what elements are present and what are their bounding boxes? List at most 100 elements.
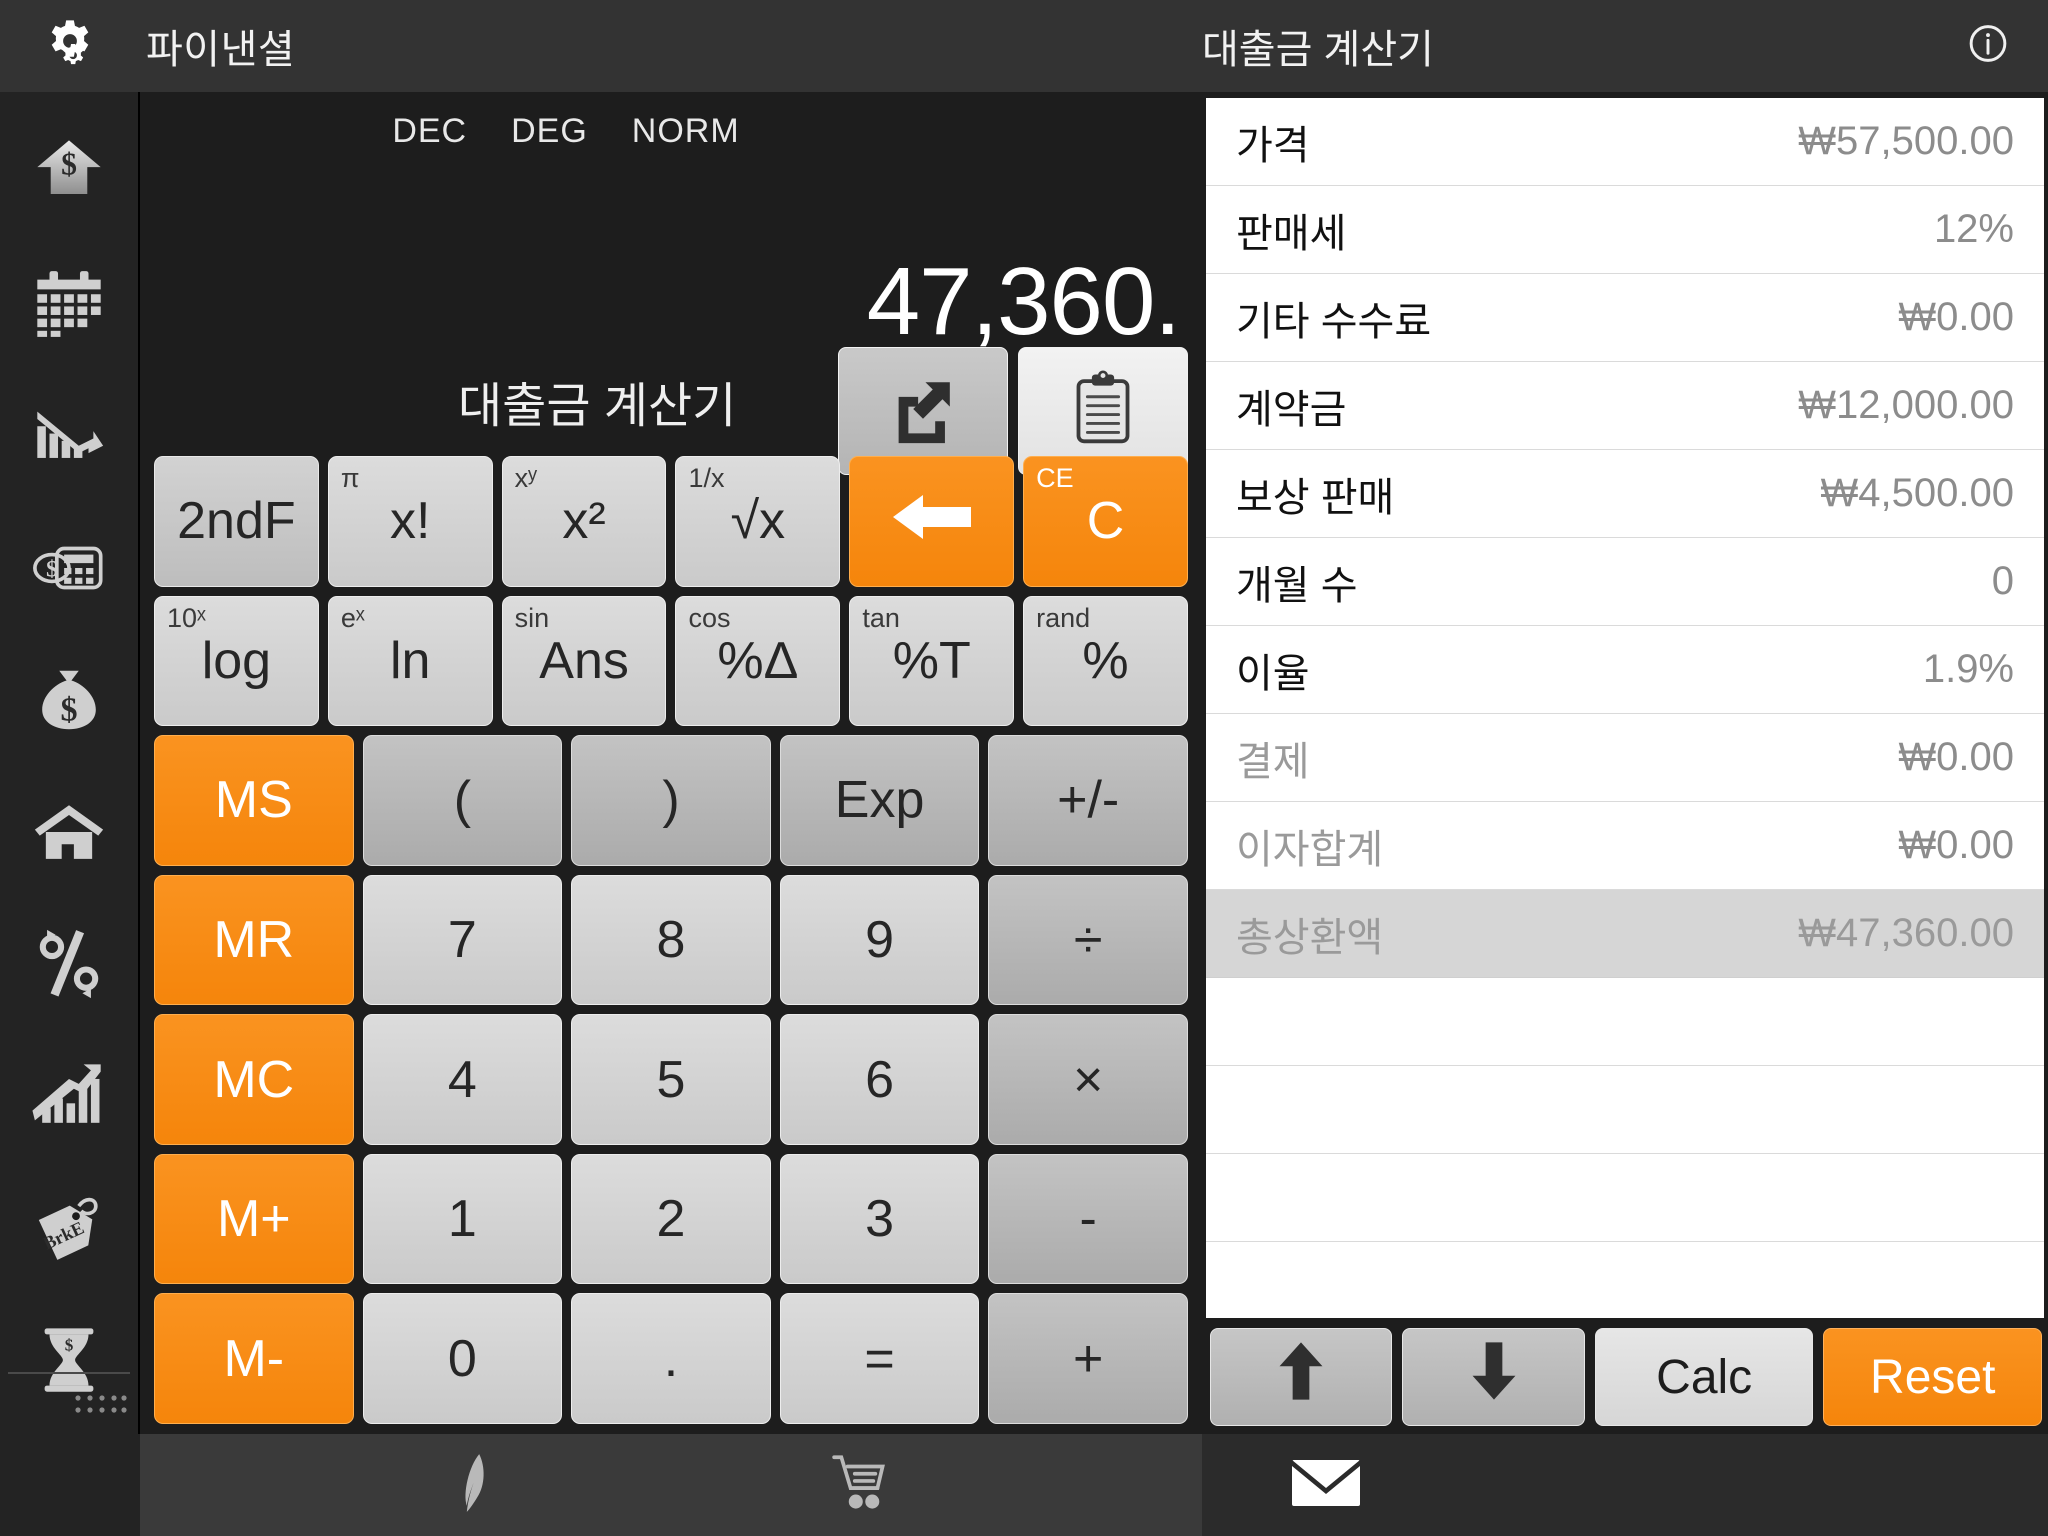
key-backspace[interactable] bbox=[849, 456, 1015, 587]
key-1[interactable]: 1 bbox=[362, 1153, 563, 1285]
key-M+[interactable]: M+ bbox=[154, 1153, 354, 1285]
key-x[interactable]: π x! bbox=[327, 456, 493, 587]
envelope-icon bbox=[1290, 1459, 1362, 1514]
key-label: MC bbox=[213, 1050, 295, 1109]
key-+-[interactable]: +/- bbox=[988, 735, 1188, 866]
panel-button-label: Calc bbox=[1656, 1350, 1753, 1404]
key-sym[interactable]: = bbox=[779, 1293, 980, 1425]
calculator-display: 47,360. 대출금 계산기 bbox=[140, 151, 1202, 475]
key-ln[interactable]: eˣ ln bbox=[327, 595, 493, 727]
key-4[interactable]: 4 bbox=[362, 1014, 563, 1145]
key-sym[interactable]: ( bbox=[362, 735, 563, 866]
key-M-[interactable]: M- bbox=[154, 1293, 354, 1425]
info-icon bbox=[1966, 25, 2010, 70]
loan-field-value: ₩4,500.00 bbox=[1820, 471, 2014, 515]
key-%T[interactable]: tan %T bbox=[849, 595, 1015, 727]
key-MS[interactable]: MS bbox=[154, 735, 354, 866]
key-sym[interactable]: . bbox=[571, 1293, 771, 1425]
scroll-down-button[interactable] bbox=[1402, 1328, 1585, 1426]
key-label: 5 bbox=[656, 1050, 686, 1109]
key-label: x! bbox=[390, 492, 431, 551]
key-2[interactable]: 2 bbox=[571, 1153, 771, 1285]
sidebar-item-percent-arrows[interactable] bbox=[0, 898, 139, 1030]
feather-pen-button[interactable] bbox=[446, 1452, 500, 1519]
gear-icon bbox=[41, 15, 99, 78]
info-button[interactable] bbox=[1966, 22, 2010, 71]
key-3[interactable]: 3 bbox=[779, 1153, 980, 1285]
key-C[interactable]: CE C bbox=[1023, 456, 1188, 587]
keypad-row: M+ 1 2 3 - bbox=[154, 1153, 1188, 1285]
loan-field-row[interactable]: 개월 수 0 bbox=[1206, 538, 2044, 626]
key-sym[interactable]: ÷ bbox=[988, 874, 1188, 1006]
loan-field-label: 가격 bbox=[1236, 123, 1310, 168]
settings-button[interactable] bbox=[0, 15, 140, 78]
sidebar-item-chart-decline[interactable] bbox=[0, 370, 139, 502]
sidebar-item-house[interactable] bbox=[0, 766, 139, 898]
key-label: ln bbox=[390, 631, 431, 690]
loan-field-row[interactable]: 이율 1.9% bbox=[1206, 626, 2044, 714]
mode-base: DEC bbox=[392, 112, 468, 150]
loan-field-label: 보상 판매 bbox=[1236, 475, 1395, 520]
sidebar-item-money-bag[interactable]: $ bbox=[0, 634, 139, 766]
shopping-cart-button[interactable] bbox=[830, 1453, 896, 1518]
loan-field-row[interactable]: 이자합계 ₩0.00 bbox=[1206, 802, 2044, 890]
key-+[interactable]: + bbox=[988, 1293, 1188, 1425]
key-Exp[interactable]: Exp bbox=[779, 735, 980, 866]
sidebar-item-calendar[interactable] bbox=[0, 238, 139, 370]
key-log[interactable]: 10ˣ log bbox=[154, 595, 319, 727]
key-0[interactable]: 0 bbox=[362, 1293, 563, 1425]
key-sym[interactable]: × bbox=[988, 1014, 1188, 1145]
loan-field-row-empty bbox=[1206, 1154, 2044, 1242]
key-%[interactable]: rand% bbox=[1023, 595, 1188, 727]
sidebar-item-calculator-dollar[interactable]: $ bbox=[0, 502, 139, 634]
key-secondary-label: rand bbox=[1036, 602, 1091, 633]
loan-field-label: 결제 bbox=[1236, 739, 1310, 784]
chart-growth-icon bbox=[30, 1057, 108, 1135]
key-7[interactable]: 7 bbox=[362, 874, 563, 1006]
key-8[interactable]: 8 bbox=[571, 874, 771, 1006]
loan-field-row[interactable]: 가격 ₩57,500.00 bbox=[1206, 98, 2044, 186]
loan-field-row[interactable]: 기타 수수료 ₩0.00 bbox=[1206, 274, 2044, 362]
key-6[interactable]: 6 bbox=[779, 1014, 980, 1145]
scroll-up-button[interactable] bbox=[1210, 1328, 1393, 1426]
loan-field-row[interactable]: 계약금 ₩12,000.00 bbox=[1206, 362, 2044, 450]
loan-field-value: ₩0.00 bbox=[1898, 823, 2014, 867]
percent-arrows-icon bbox=[30, 925, 108, 1003]
key-label: +/- bbox=[1057, 771, 1120, 830]
sidebar-item-price-tag[interactable]: BrkE bbox=[0, 1162, 139, 1294]
loan-field-row[interactable]: 결제 ₩0.00 bbox=[1206, 714, 2044, 802]
key-secondary-label: eˣ bbox=[340, 602, 365, 633]
loan-field-row[interactable]: 총상환액 ₩47,360.00 bbox=[1206, 890, 2044, 978]
app-window: 파이낸셜 대출금 계산기 $ $ $ BrkE $ DEC DEG NORM 4… bbox=[0, 0, 2048, 1536]
drag-grip-icon[interactable] bbox=[72, 1390, 128, 1424]
key-label: C bbox=[1086, 492, 1125, 551]
key-label: √x bbox=[730, 492, 786, 551]
mail-button[interactable] bbox=[1290, 1456, 1362, 1515]
sidebar-item-dollar-arrow-up[interactable]: $ bbox=[0, 106, 139, 238]
key-MC[interactable]: MC bbox=[154, 1014, 354, 1145]
key-Ans[interactable]: sin Ans bbox=[501, 595, 667, 727]
key-secondary-label: π bbox=[340, 463, 360, 493]
key-label: %T bbox=[892, 631, 971, 690]
key-5[interactable]: 5 bbox=[571, 1014, 771, 1145]
chart-decline-icon bbox=[30, 397, 108, 475]
keypad-row: MS () Exp +/- bbox=[154, 735, 1188, 866]
loan-field-label: 기타 수수료 bbox=[1236, 299, 1432, 344]
loan-field-row[interactable]: 보상 판매 ₩4,500.00 bbox=[1206, 450, 2044, 538]
loan-field-row-empty bbox=[1206, 978, 2044, 1066]
key-9[interactable]: 9 bbox=[779, 874, 980, 1006]
key--[interactable]: - bbox=[988, 1153, 1188, 1285]
loan-field-row[interactable]: 판매세 12% bbox=[1206, 186, 2044, 274]
key-MR[interactable]: MR bbox=[154, 874, 354, 1006]
key-x[interactable]: xʸ x² bbox=[501, 456, 667, 587]
key-%[interactable]: cos %Δ bbox=[675, 595, 841, 727]
arrow-up-icon bbox=[1273, 1340, 1329, 1414]
loan-field-label: 개월 수 bbox=[1236, 563, 1358, 608]
reset-button[interactable]: Reset bbox=[1823, 1328, 2042, 1426]
key-sym[interactable]: ) bbox=[571, 735, 771, 866]
key-2ndF[interactable]: 2ndF bbox=[154, 456, 319, 587]
key-x[interactable]: 1/x √x bbox=[675, 456, 841, 587]
key-secondary-label: sin bbox=[514, 602, 550, 633]
calc-button[interactable]: Calc bbox=[1594, 1328, 1814, 1426]
sidebar-item-chart-growth[interactable] bbox=[0, 1030, 139, 1162]
